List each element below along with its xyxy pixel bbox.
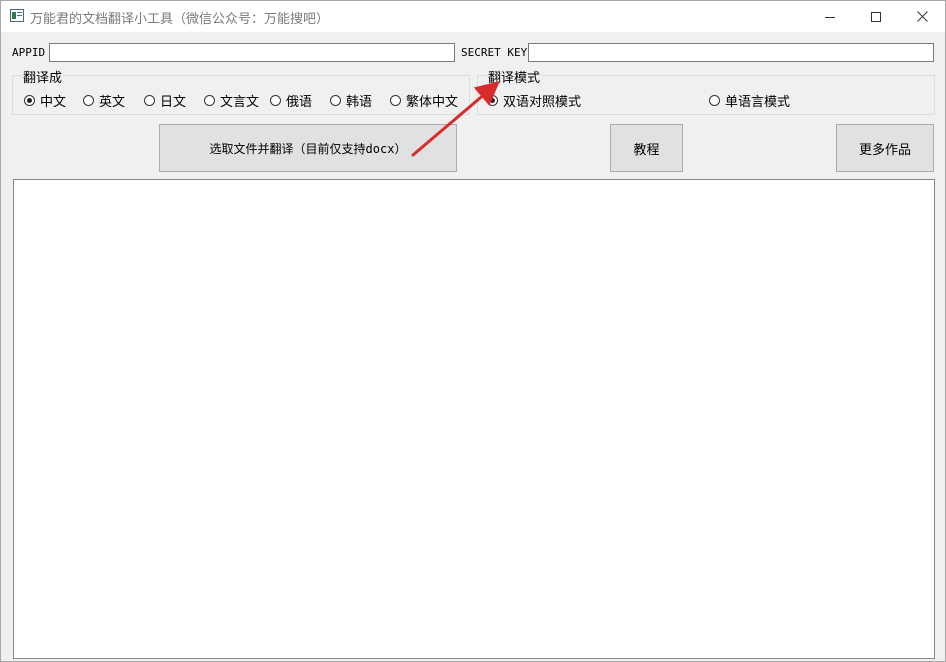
tutorial-button[interactable]: 教程	[610, 124, 683, 172]
title-bar: 万能君的文档翻译小工具（微信公众号：万能搜吧）	[1, 1, 945, 32]
secret-key-input[interactable]	[528, 43, 934, 62]
radio-label: 韩语	[346, 95, 373, 110]
maximize-icon	[871, 11, 881, 22]
output-text-area[interactable]	[13, 179, 935, 659]
radio-lang-ru[interactable]: 俄语	[270, 91, 312, 110]
radio-unselected-icon	[204, 95, 215, 106]
radio-lang-en[interactable]: 英文	[83, 91, 125, 110]
target-language-group-title: 翻译成	[22, 67, 64, 86]
appid-input[interactable]	[49, 43, 455, 62]
radio-unselected-icon	[330, 95, 341, 106]
radio-unselected-icon	[270, 95, 281, 106]
close-icon	[916, 11, 928, 22]
radio-label: 繁体中文	[406, 95, 459, 110]
radio-lang-zh[interactable]: 中文	[24, 91, 66, 110]
close-button[interactable]	[899, 1, 945, 32]
radio-label: 俄语	[286, 95, 313, 110]
radio-label: 中文	[40, 95, 67, 110]
radio-label: 英文	[99, 95, 126, 110]
radio-mode-monolingual[interactable]: 单语言模式	[709, 91, 790, 110]
radio-label: 单语言模式	[725, 95, 791, 110]
app-icon	[10, 9, 24, 22]
radio-mode-bilingual[interactable]: 双语对照模式	[487, 91, 581, 110]
appid-label: APPID	[12, 46, 46, 59]
radio-unselected-icon	[709, 95, 720, 106]
secret-key-label: SECRET KEY	[461, 46, 528, 59]
radio-lang-ko[interactable]: 韩语	[330, 91, 372, 110]
radio-lang-ja[interactable]: 日文	[144, 91, 186, 110]
app-window: 万能君的文档翻译小工具（微信公众号：万能搜吧） APPID SECRET KEY…	[0, 0, 946, 662]
radio-selected-icon	[487, 95, 498, 106]
select-file-translate-button[interactable]: 选取文件并翻译（目前仅支持docx）	[159, 124, 457, 172]
window-title: 万能君的文档翻译小工具（微信公众号：万能搜吧）	[30, 12, 330, 27]
radio-unselected-icon	[144, 95, 155, 106]
radio-lang-classical[interactable]: 文言文	[204, 91, 259, 110]
radio-label: 日文	[160, 95, 187, 110]
radio-unselected-icon	[390, 95, 401, 106]
minimize-icon	[825, 16, 835, 18]
more-works-button[interactable]: 更多作品	[836, 124, 934, 172]
radio-label: 文言文	[220, 95, 260, 110]
radio-unselected-icon	[83, 95, 94, 106]
radio-selected-icon	[24, 95, 35, 106]
translation-mode-group-title: 翻译模式	[487, 67, 542, 86]
radio-lang-zh-tw[interactable]: 繁体中文	[390, 91, 458, 110]
minimize-button[interactable]	[807, 1, 853, 32]
maximize-button[interactable]	[853, 1, 899, 32]
radio-label: 双语对照模式	[503, 95, 582, 110]
